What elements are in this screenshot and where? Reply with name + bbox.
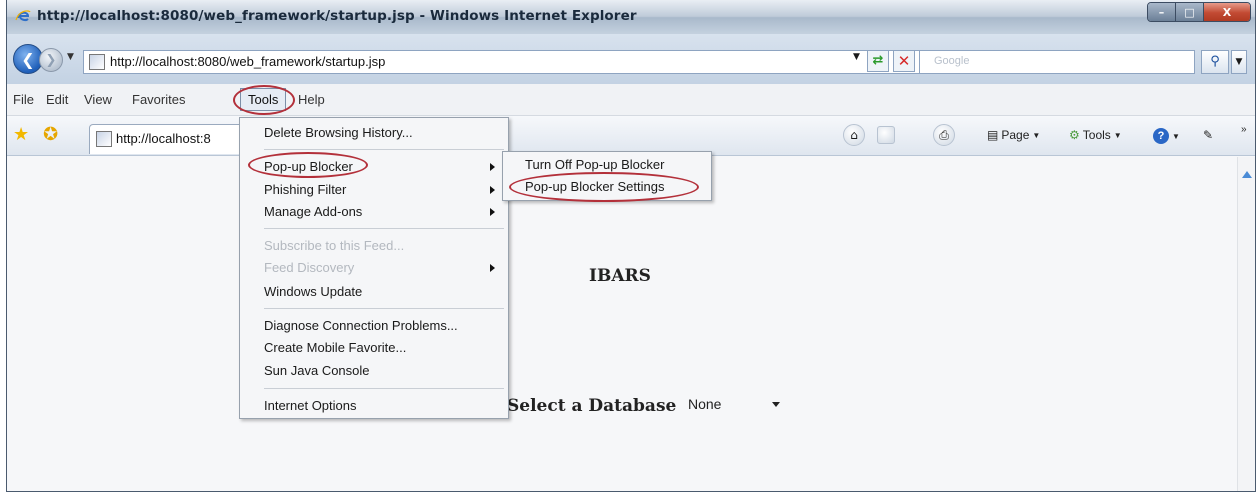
forward-button[interactable]: ❯ [39,48,63,72]
search-options-dropdown-icon[interactable]: ▼ [1231,50,1247,74]
submenu-arrow-icon [490,163,495,171]
menu-bar: File Edit View Favorites Tools Help [7,84,1255,116]
menu-item-popup-blocker[interactable]: Pop-up Blocker [264,159,353,174]
vertical-scrollbar[interactable] [1237,157,1255,491]
scroll-up-arrow-icon[interactable] [1242,171,1252,178]
command-bar: ★ ✪ http://localhost:8 ⌂ ⎙ ▤ Page ▼ ⚙ To… [7,116,1255,156]
menu-separator [264,149,504,150]
submenu-item-popup-blocker-settings[interactable]: Pop-up Blocker Settings [525,179,664,194]
menu-separator [264,388,504,389]
tools-dropdown-menu: Delete Browsing History... Pop-up Blocke… [239,117,509,419]
menu-view[interactable]: View [84,92,112,107]
menu-item-mobile-favorite[interactable]: Create Mobile Favorite... [264,340,406,355]
page-content: IBARS Select a Database None [7,157,1255,491]
page-menu-label: Page [1001,128,1030,142]
feeds-icon[interactable] [877,126,895,144]
search-placeholder: Google [934,55,970,67]
maximize-button[interactable]: □ [1176,3,1204,21]
address-dropdown-icon[interactable]: ▼ [853,52,860,62]
menu-item-phishing-filter[interactable]: Phishing Filter [264,182,346,197]
menu-item-subscribe-feed: Subscribe to this Feed... [264,238,405,253]
menu-separator [264,308,504,309]
menu-item-manage-addons[interactable]: Manage Add-ons [264,204,362,219]
address-url: http://localhost:8080/web_framework/star… [110,54,386,69]
browser-window: http://localhost:8080/web_framework/star… [6,0,1256,492]
tab-label: http://localhost:8 [116,131,211,146]
add-favorites-icon[interactable]: ✪ [43,124,58,145]
home-icon[interactable]: ⌂ [843,124,865,146]
address-row: ❮ ❯ ▼ http://localhost:8080/web_framewor… [7,34,1255,84]
menu-item-delete-history[interactable]: Delete Browsing History... [264,125,413,140]
submenu-arrow-icon [490,186,495,194]
menu-favorites[interactable]: Favorites [132,92,185,107]
chevron-down-icon [772,402,780,407]
menu-item-internet-options[interactable]: Internet Options [264,398,357,413]
tools-menu-button[interactable]: ⚙ Tools ▼ [1069,128,1122,142]
menu-edit[interactable]: Edit [46,92,68,107]
menu-separator [264,228,504,229]
favorites-star-icon[interactable]: ★ [13,124,29,145]
menu-item-java-console[interactable]: Sun Java Console [264,363,370,378]
stop-icon[interactable]: ✕ [893,50,915,72]
menu-file[interactable]: File [13,92,34,107]
title-bar: http://localhost:8080/web_framework/star… [7,0,1255,34]
submenu-item-turn-off-popup-blocker[interactable]: Turn Off Pop-up Blocker [525,157,664,172]
tools-menu-label: Tools [1082,128,1111,142]
submenu-arrow-icon [490,208,495,216]
caption-buttons: – □ X [1147,2,1251,22]
minimize-button[interactable]: – [1148,3,1176,21]
ie-logo-icon [15,10,31,21]
menu-help[interactable]: Help [298,92,325,107]
close-button[interactable]: X [1204,3,1250,21]
tab-favicon-icon [96,131,112,147]
history-dropdown-icon[interactable]: ▼ [67,52,74,62]
page-favicon-icon [89,54,105,70]
help-icon: ? [1153,128,1169,144]
page-menu-button[interactable]: ▤ Page ▼ [987,128,1040,142]
search-icon[interactable]: ⚲ [1201,50,1229,74]
forward-arrow-icon: ❯ [45,52,57,68]
back-arrow-icon: ❮ [21,49,35,69]
search-input[interactable]: Google [919,50,1195,74]
submenu-arrow-icon [490,264,495,272]
refresh-icon[interactable]: ⇄ [867,50,889,72]
help-menu-button[interactable]: ? ▼ [1153,128,1180,144]
menu-tools[interactable]: Tools [240,88,287,111]
database-select[interactable]: None [682,393,800,417]
popup-blocker-submenu: Turn Off Pop-up Blocker Pop-up Blocker S… [502,151,712,202]
database-selected-value: None [688,396,722,412]
chevron-down-icon: ▼ [1032,130,1041,140]
chevron-down-icon: ▼ [1172,131,1180,141]
tools-gear-icon: ⚙ [1069,128,1080,142]
database-label: Select a Database [507,396,677,416]
window-title: http://localhost:8080/web_framework/star… [37,8,637,24]
chevron-down-icon: ▼ [1113,130,1122,140]
address-input[interactable]: http://localhost:8080/web_framework/star… [83,50,925,74]
page-icon: ▤ [987,128,999,142]
menu-item-feed-discovery: Feed Discovery [264,260,355,275]
print-icon[interactable]: ⎙ [933,124,955,146]
more-tools-chevron-icon[interactable]: » [1241,124,1247,135]
menu-item-windows-update[interactable]: Windows Update [264,284,362,299]
page-title: IBARS [589,266,651,286]
research-icon[interactable]: ✎ [1203,128,1213,142]
menu-item-diagnose[interactable]: Diagnose Connection Problems... [264,318,458,333]
